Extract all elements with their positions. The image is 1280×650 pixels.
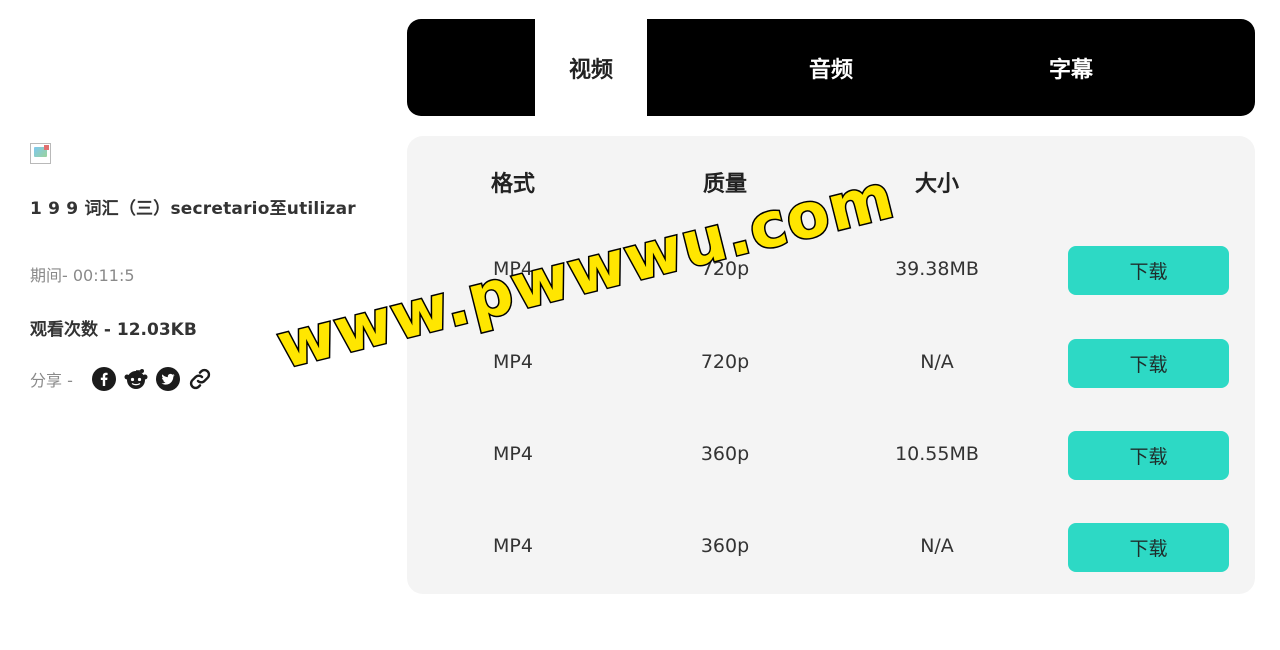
reddit-icon[interactable] (123, 366, 149, 392)
quality-cell: 720p (700, 351, 750, 373)
download-button[interactable]: 下载 (1068, 339, 1229, 388)
format-cell: MP4 (493, 351, 533, 373)
tab-video[interactable]: 视频 (535, 19, 647, 116)
twitter-icon[interactable] (155, 366, 181, 392)
size-cell: 10.55MB (895, 443, 979, 465)
table-row: MP4 360p N/A 下载 (407, 523, 1255, 573)
share-label: 分享 - (30, 371, 73, 390)
share-icons (91, 366, 213, 392)
media-type-tabs: 视频 音频 字幕 (407, 19, 1255, 116)
video-views: 观看次数 - 12.03KB (30, 320, 197, 340)
size-cell: N/A (920, 351, 954, 373)
table-row: MP4 720p N/A 下载 (407, 339, 1255, 389)
video-thumbnail (30, 143, 51, 164)
download-button[interactable]: 下载 (1068, 523, 1229, 572)
table-row: MP4 360p 10.55MB 下载 (407, 431, 1255, 481)
facebook-icon[interactable] (91, 366, 117, 392)
format-cell: MP4 (493, 535, 533, 557)
download-button[interactable]: 下载 (1068, 246, 1229, 295)
tab-subtitles[interactable]: 字幕 (1007, 19, 1135, 116)
format-cell: MP4 (493, 443, 533, 465)
column-header-format: 格式 (490, 172, 535, 197)
size-cell: 39.38MB (895, 258, 979, 280)
share-row: 分享 - (30, 366, 213, 392)
tab-audio[interactable]: 音频 (767, 19, 895, 116)
video-title: 1 9 9 词汇（三）secretario至utilizar (30, 199, 356, 219)
link-icon[interactable] (187, 366, 213, 392)
quality-cell: 360p (700, 535, 750, 557)
size-cell: N/A (920, 535, 954, 557)
download-button[interactable]: 下载 (1068, 431, 1229, 480)
video-duration: 期间- 00:11:5 (30, 266, 135, 285)
quality-cell: 360p (700, 443, 750, 465)
